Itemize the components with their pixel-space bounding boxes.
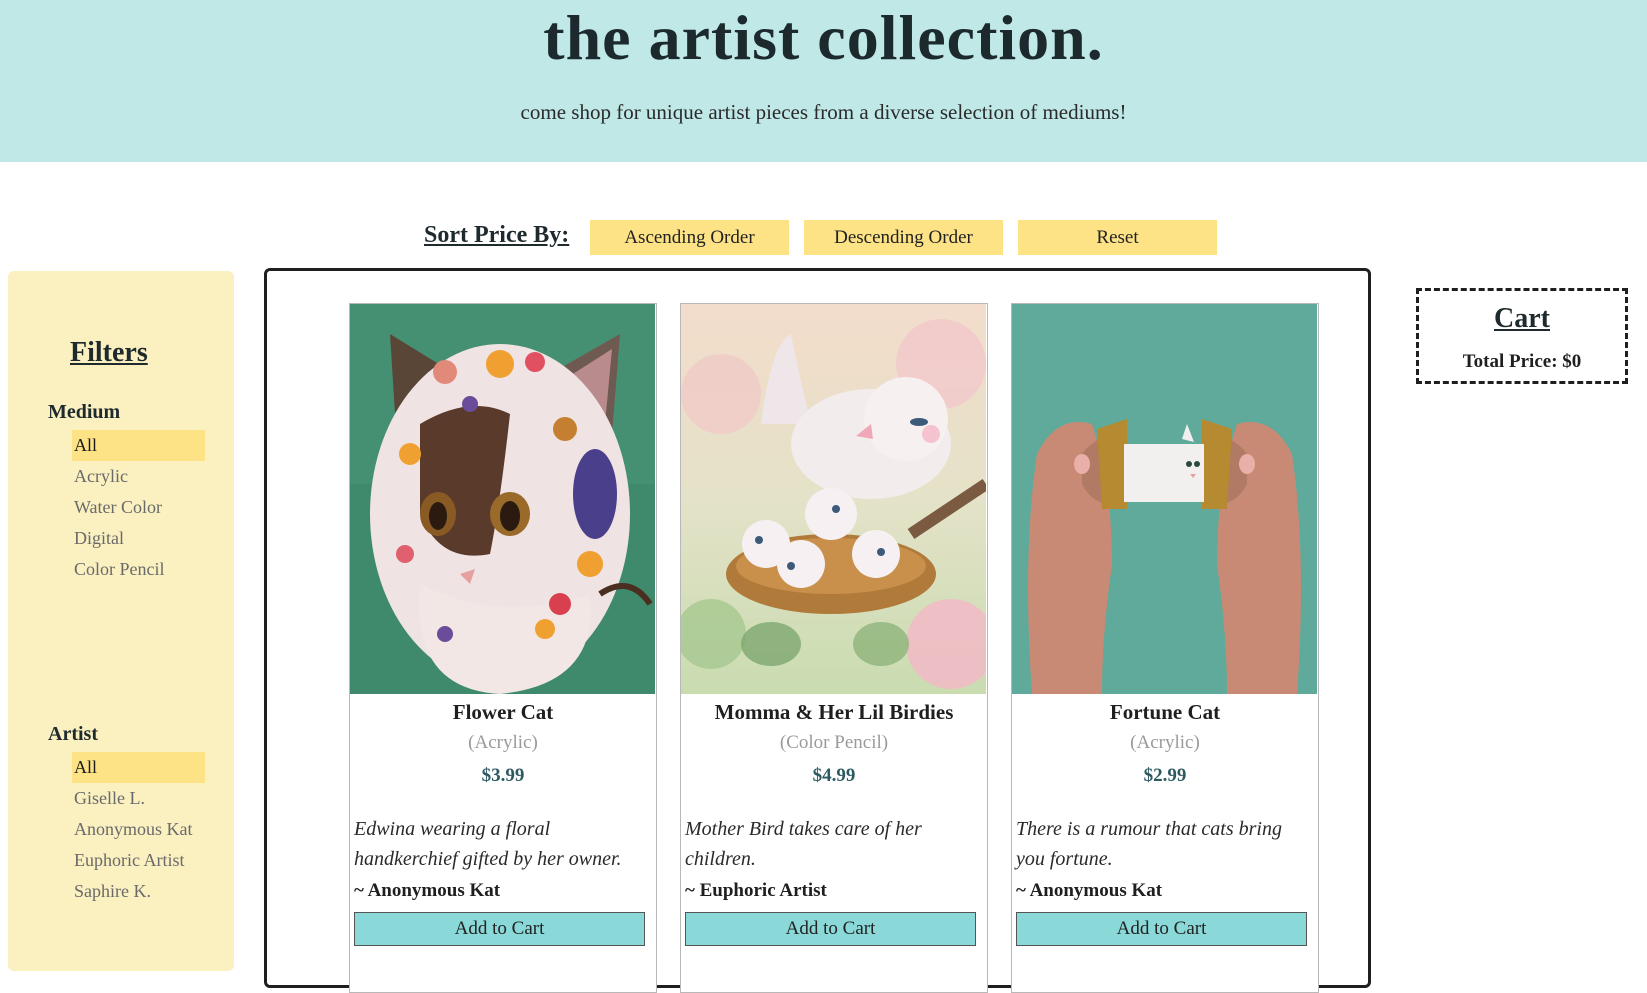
add-to-cart-button[interactable]: Add to Cart [685,912,976,946]
product-medium: (Color Pencil) [779,732,889,753]
product-image-momma-birdies[interactable] [681,304,986,694]
sort-bar: Sort Price By: Ascending Order Descendin… [0,220,1647,256]
add-to-cart-button[interactable]: Add to Cart [1016,912,1307,946]
artist-option-euphoric-artist[interactable]: Euphoric Artist [72,845,205,876]
product-description: There is a rumour that cats bring you fo… [1016,818,1282,870]
flower-cat-painting [350,304,655,694]
product-card: Fortune Cat (Acrylic) $2.99 There is a r… [1011,303,1319,993]
product-artist: ~ Euphoric Artist [685,880,827,901]
site-subtitle: come shop for unique artist pieces from … [520,100,1127,124]
site-header: the artist collection. come shop for uni… [0,0,1647,162]
sort-descending-button[interactable]: Descending Order [804,220,1003,255]
site-title: the artist collection. [543,2,1104,73]
cart-total-price: Total Price: $0 [1462,351,1582,372]
product-card: Flower Cat (Acrylic) $3.99 Edwina wearin… [349,303,657,993]
filters-title: Filters [70,337,148,368]
sort-label: Sort Price By: [424,222,570,248]
cart-panel: Cart Total Price: $0 [1416,288,1628,384]
medium-option-digital[interactable]: Digital [72,523,205,554]
product-name: Momma & Her Lil Birdies [714,700,954,724]
sort-reset-button[interactable]: Reset [1018,220,1217,255]
cart-title: Cart [1494,303,1550,334]
product-image-fortune-cat[interactable] [1012,304,1317,694]
fortune-cat-painting [1012,304,1317,694]
medium-filter-title: Medium [48,401,121,423]
filters-sidebar: Filters Medium All Acrylic Water Color D… [8,271,234,971]
momma-birdies-painting [681,304,986,694]
medium-option-all[interactable]: All [72,430,205,461]
product-price: $3.99 [481,765,525,786]
product-card: Momma & Her Lil Birdies (Color Pencil) $… [680,303,988,993]
product-medium: (Acrylic) [468,732,538,753]
product-artist: ~ Anonymous Kat [1016,880,1163,901]
product-medium: (Acrylic) [1130,732,1200,753]
product-description: Edwina wearing a floral handkerchief gif… [354,818,622,870]
product-name: Fortune Cat [1109,700,1221,724]
artist-option-giselle[interactable]: Giselle L. [72,783,205,814]
product-price: $2.99 [1143,765,1187,786]
product-image-flower-cat[interactable] [350,304,655,694]
product-name: Flower Cat [452,700,554,724]
medium-option-acrylic[interactable]: Acrylic [72,461,205,492]
product-artist: ~ Anonymous Kat [354,880,501,901]
medium-option-water-color[interactable]: Water Color [72,492,205,523]
medium-option-color-pencil[interactable]: Color Pencil [72,554,205,585]
add-to-cart-button[interactable]: Add to Cart [354,912,645,946]
artist-option-saphire[interactable]: Saphire K. [72,876,205,907]
artist-option-anonymous-kat[interactable]: Anonymous Kat [72,814,205,845]
sort-ascending-button[interactable]: Ascending Order [590,220,789,255]
artist-filter-title: Artist [48,723,98,745]
artist-option-all[interactable]: All [72,752,205,783]
product-gallery: Flower Cat (Acrylic) $3.99 Edwina wearin… [264,268,1371,993]
product-description: Mother Bird takes care of her children. [685,818,922,870]
product-price: $4.99 [812,765,856,786]
